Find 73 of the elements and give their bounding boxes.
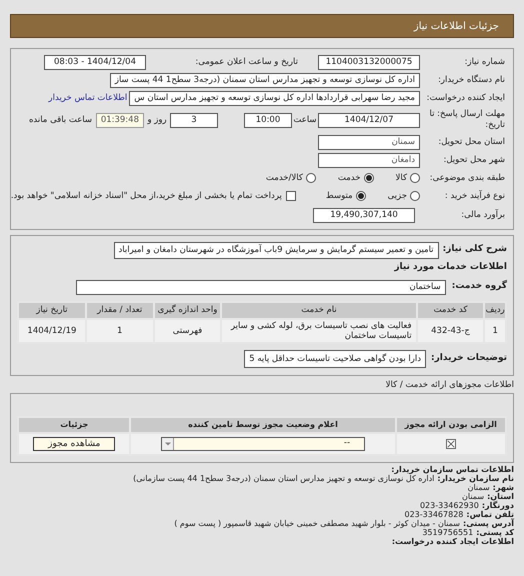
contact-label: آدرس پستی:	[463, 518, 514, 528]
field-label: شماره نیاز:	[464, 56, 505, 68]
input-field[interactable]: سمنان	[318, 134, 420, 150]
input-field[interactable]: 19,490,307,140	[313, 208, 415, 222]
field-label: شهر محل تحویل:	[442, 154, 505, 166]
field-label: توضیحات خریدار:	[430, 352, 507, 366]
field-label: اطلاعات خدمات مورد نیاز	[394, 261, 507, 274]
contact-label: تلفن تماس:	[466, 510, 514, 519]
input-field[interactable]: ساختمان	[76, 280, 446, 294]
page-header: جزئیات اطلاعات نیاز	[10, 14, 514, 38]
input-field[interactable]: تامین و تعمیر سیستم گرمایش و سرمایش 9باب آموزشگاه در شهرستان دامغان و امیراباد	[114, 242, 439, 258]
contact-value: سمنان	[462, 492, 484, 501]
treasury-note: پرداخت تمام یا بخشی از مبلغ خرید،از محل "اسناد خزانه اسلامی" خواهد بود.	[10, 190, 282, 202]
radio-label: جزیی	[388, 190, 407, 202]
input-field[interactable]: دارا بودن گواهی صلاحیت تاسیسات حداقل پایه 5	[244, 350, 426, 368]
field-label: تاریخ و ساعت اعلان عمومی:	[194, 56, 299, 68]
column-header: الزامی بودن ارائه مجوز	[396, 416, 506, 433]
input-field[interactable]: 1404/12/07	[318, 112, 420, 128]
field-label: ایجاد کننده درخواست:	[426, 92, 505, 104]
field-label: مهلت ارسال پاسخ: تا تاریخ:	[428, 109, 505, 131]
radio-label: متوسط	[326, 190, 353, 202]
column-header: تاریخ نیاز	[18, 302, 86, 319]
input-field[interactable]: 1404/12/04 - 08:03	[44, 54, 146, 70]
radio-label: خدمت	[338, 172, 361, 184]
field-label: روز و	[146, 114, 168, 126]
contact-title: اطلاعات تماس سازمان خریدار:	[391, 464, 514, 474]
view-license-button[interactable]: مشاهده مجوز	[33, 436, 116, 451]
contact-value: 3519756551	[422, 528, 474, 537]
radio-label: کالا/خدمت	[266, 172, 303, 184]
contact-value: 023-33462930	[420, 500, 479, 510]
input-field[interactable]: مجید رضا سهرابی قراردادها اداره کل نوسازی توسعه و تجهیز مدارس استان س	[129, 90, 420, 106]
contact-label: نام سازمان خریدار:	[437, 474, 514, 483]
contact-label: استان:	[487, 492, 514, 501]
column-header: کد خدمت	[416, 302, 484, 319]
field-label: ساعت باقی مانده	[28, 114, 93, 126]
input-field[interactable]: دامغان	[318, 152, 420, 168]
buyer-contact-link[interactable]: اطلاعات تماس خریدار	[48, 92, 128, 104]
field-label: برآورد مالی:	[460, 208, 505, 222]
field-label: شرح کلی نیاز:	[442, 243, 507, 256]
countdown-field: 01:39:48	[96, 112, 144, 128]
radio-label: کالا	[396, 172, 407, 184]
section-title: اطلاعات مجوزهای ارائه خدمت / کالا	[386, 379, 514, 392]
column-header: ردیف	[484, 302, 506, 319]
field-label: استان محل تحویل:	[437, 136, 505, 148]
field-label: ساعت	[292, 114, 318, 126]
contact-value: اداره کل نوسازی توسعه و تجهیز مدارس استان سمنان (درجه3 سطح1 44 پست سازمانی)	[133, 474, 434, 483]
input-field[interactable]: 10:00	[244, 112, 292, 128]
contact-title: اطلاعات ایجاد کننده درخواست:	[392, 536, 514, 546]
column-header: واحد اندازه گیری	[154, 302, 222, 319]
field-label: طبقه بندی موضوعی:	[428, 172, 505, 184]
field-label: نوع فرآیند خرید :	[444, 190, 505, 202]
column-header: جزئیات	[18, 416, 130, 433]
field-label: گروه خدمت:	[450, 280, 507, 294]
contact-value: سمنان	[468, 482, 490, 492]
table-cell: 1	[484, 319, 506, 343]
column-header: نام خدمت	[221, 302, 417, 319]
contact-label: کد پستی:	[476, 528, 514, 537]
table-cell: ج-43-432	[416, 319, 484, 343]
table-cell: فعالیت های نصب تاسیسات برق، لوله کشی و سایر تاسیسات ساختمان	[221, 319, 417, 343]
table-cell: 1	[86, 319, 154, 343]
contact-value: سمنان - میدان کوثر - بلوار شهید مصطفی خمینی خیابان شهید قاسمپور ( پست سوم )	[174, 518, 460, 528]
column-header: تعداد / مقدار	[86, 302, 154, 319]
input-field[interactable]: 1104003132000075	[318, 54, 420, 70]
column-header: اعلام وضعیت مجوز توسط تامین کننده	[130, 416, 396, 433]
contact-label: دورنگار:	[482, 500, 514, 510]
table-cell: 1404/12/19	[18, 319, 86, 343]
input-field[interactable]: 3	[170, 112, 218, 128]
contact-label: شهر:	[492, 482, 514, 492]
contact-value: 023-33467828	[404, 510, 464, 519]
table-cell: فهرستی	[154, 319, 222, 343]
field-label: نام دستگاه خریدار:	[437, 74, 505, 86]
input-field[interactable]: اداره کل نوسازی توسعه و تجهیز مدارس استان سمنان (درجه3 سطح1 44 پست ساز	[110, 72, 420, 88]
dropdown[interactable]: --	[161, 436, 366, 451]
